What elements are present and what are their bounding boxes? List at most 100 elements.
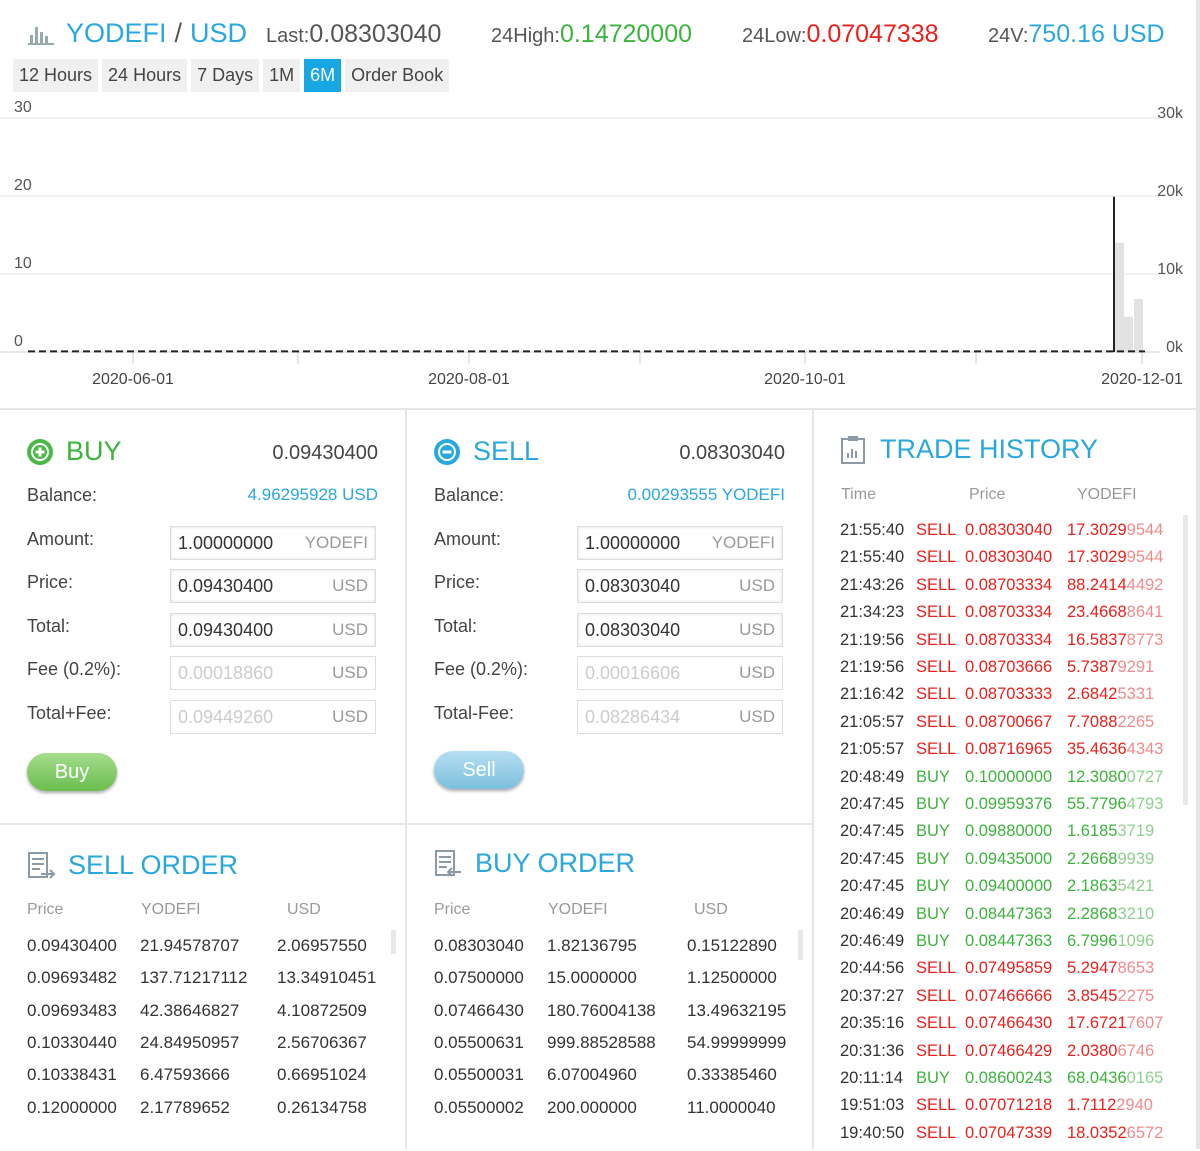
trade-amount-tail: 3210 xyxy=(1117,904,1155,923)
buy-order-cell[interactable]: 0.07466430 xyxy=(434,1001,524,1021)
buy-order-col-usd: USD xyxy=(694,901,728,918)
clipboard-chart-icon xyxy=(841,435,865,464)
low-stat: 24Low:0.07047338 xyxy=(742,20,939,49)
trade-side: SELL xyxy=(916,548,957,567)
sell-order-cell[interactable]: 0.10338431 xyxy=(27,1065,117,1085)
trade-time: 20:47:45 xyxy=(840,849,905,868)
tab-1m[interactable]: 1M xyxy=(263,59,301,92)
sell-total-unit: USD xyxy=(739,620,775,639)
sell-order-cell: 137.71217112 xyxy=(140,968,248,988)
trade-history-scrollbar[interactable] xyxy=(1183,515,1188,805)
sell-order-cell: 4.10872509 xyxy=(277,1000,367,1020)
y2-tick-label: 20k xyxy=(1157,183,1184,200)
sell-order-cell[interactable]: 0.09693483 xyxy=(27,1001,117,1021)
tab-6m[interactable]: 6M xyxy=(304,59,342,92)
buy-order-cell: 999.88528588 xyxy=(547,1032,656,1052)
low-label: 24Low: xyxy=(742,25,807,47)
buy-order-cell[interactable]: 0.05500031 xyxy=(434,1065,524,1085)
trade-amount-main: 16.5837 xyxy=(1067,630,1127,649)
order-list-icon xyxy=(435,849,461,877)
sell-balance-label: Balance: xyxy=(434,485,505,505)
sell-order-cell[interactable]: 0.09430400 xyxy=(27,936,117,956)
trade-price: 0.09880000 xyxy=(965,822,1053,841)
sell-fee-label: Fee (0.2%): xyxy=(434,659,529,679)
last-value: 0.08303040 xyxy=(309,20,442,48)
sell-amount-input[interactable]: 1.00000000 YODEFI xyxy=(577,526,783,560)
trade-amount-main: 1.7112 xyxy=(1067,1096,1117,1115)
trade-amount-tail: 9291 xyxy=(1117,658,1155,676)
buy-amount-label: Amount: xyxy=(27,529,95,549)
buy-order-cell[interactable]: 0.07500000 xyxy=(434,968,524,988)
volume-value: 750.16 USD xyxy=(1028,20,1165,48)
buy-order-cell: 1.82136795 xyxy=(547,936,637,955)
trade-price: 0.07466666 xyxy=(965,986,1053,1005)
buy-total-input[interactable]: 0.09430400 USD xyxy=(170,613,376,647)
trade-time: 20:37:27 xyxy=(840,986,905,1005)
sell-order-cell: 2.17789652 xyxy=(140,1097,230,1117)
buy-order-cell: 180.76004138 xyxy=(547,1000,656,1020)
buy-order-cell[interactable]: 0.05500002 xyxy=(434,1098,524,1118)
trade-amount-main: 18.0352 xyxy=(1067,1123,1127,1142)
buy-order-cell[interactable]: 0.08303040 xyxy=(434,936,524,956)
trade-amount-main: 17.6721 xyxy=(1067,1014,1127,1033)
tab-24-hours[interactable]: 24 Hours xyxy=(102,59,188,92)
sell-price-input[interactable]: 0.08303040 USD xyxy=(577,569,783,603)
trade-price: 0.08600243 xyxy=(965,1069,1053,1087)
trade-side: BUY xyxy=(916,767,950,786)
quote-currency[interactable]: USD xyxy=(190,18,247,49)
x-tick-label: 2020-06-01 xyxy=(92,371,174,388)
buy-amount-input[interactable]: 1.00000000 YODEFI xyxy=(170,526,376,560)
buy-fee-unit: USD xyxy=(332,663,368,682)
buy-button[interactable]: Buy xyxy=(27,753,117,791)
divider xyxy=(1196,0,1200,1149)
trade-side: BUY xyxy=(916,1069,950,1087)
trade-price: 0.08703334 xyxy=(965,630,1053,649)
sell-order-cell[interactable]: 0.12000000 xyxy=(27,1098,117,1118)
sell-button[interactable]: Sell xyxy=(434,751,524,789)
trade-amount-tail: 5331 xyxy=(1117,685,1155,704)
trade-side: BUY xyxy=(916,822,950,841)
buy-order-scrollbar[interactable] xyxy=(798,930,803,960)
buy-order-cell: 54.99999999 xyxy=(687,1032,787,1052)
sell-order-cell[interactable]: 0.10330440 xyxy=(27,1033,117,1053)
trade-time: 20:47:45 xyxy=(840,822,905,841)
divider xyxy=(812,410,814,1149)
x-tick-label: 2020-08-01 xyxy=(428,371,510,388)
buy-balance-value[interactable]: 4.96295928 USD xyxy=(248,485,378,505)
trade-side: SELL xyxy=(916,1123,957,1142)
sell-amount-value: 1.00000000 xyxy=(585,532,681,553)
volume-label: 24V: xyxy=(988,25,1029,47)
trade-amount: 68.04360165 xyxy=(1067,1069,1163,1088)
sell-order-col-price: Price xyxy=(27,901,64,918)
trade-price: 0.08447363 xyxy=(965,932,1053,950)
tab-12-hours[interactable]: 12 Hours xyxy=(13,59,99,92)
trade-side: SELL xyxy=(916,603,957,622)
sell-order-cell[interactable]: 0.09693482 xyxy=(27,968,117,988)
buy-price-input[interactable]: 0.09430400 USD xyxy=(170,569,376,603)
volume-bar xyxy=(1134,298,1143,352)
trade-price: 0.08303040 xyxy=(965,548,1053,567)
trade-price: 0.07466430 xyxy=(965,1014,1053,1033)
sell-order-cell: 0.26134758 xyxy=(277,1097,367,1117)
trade-amount-main: 35.4636 xyxy=(1067,740,1127,759)
trade-amount-main: 17.3029 xyxy=(1067,548,1127,567)
tab-order-book[interactable]: Order Book xyxy=(345,59,450,92)
sell-order-scrollbar[interactable] xyxy=(391,930,396,954)
y2-tick-label: 30k xyxy=(1157,105,1184,122)
trade-amount: 17.67217607 xyxy=(1067,1014,1163,1033)
trade-side: BUY xyxy=(916,904,950,923)
trade-side: BUY xyxy=(916,877,950,896)
sell-balance-value[interactable]: 0.00293555 YODEFI xyxy=(627,485,785,505)
sell-order-cell: 21.94578707 xyxy=(140,936,240,955)
base-currency[interactable]: YODEFI xyxy=(66,18,167,49)
plus-circle-icon xyxy=(27,438,53,465)
y2-tick-label: 10k xyxy=(1157,261,1184,278)
price-chart[interactable]: 30 30k 20 20k 10 10k 0 0k 2020-06-01 2020-08-01 20… xyxy=(0,96,1200,400)
trade-amount-main: 17.3029 xyxy=(1067,521,1127,539)
tab-7-days[interactable]: 7 Days xyxy=(191,59,260,92)
trade-amount-tail: 0727 xyxy=(1126,767,1164,786)
sell-total-input[interactable]: 0.08303040 USD xyxy=(577,613,783,647)
buy-order-cell[interactable]: 0.05500631 xyxy=(434,1033,524,1053)
trade-amount: 2.28683210 xyxy=(1067,905,1154,924)
x-tick-label: 2020-10-01 xyxy=(764,371,846,388)
